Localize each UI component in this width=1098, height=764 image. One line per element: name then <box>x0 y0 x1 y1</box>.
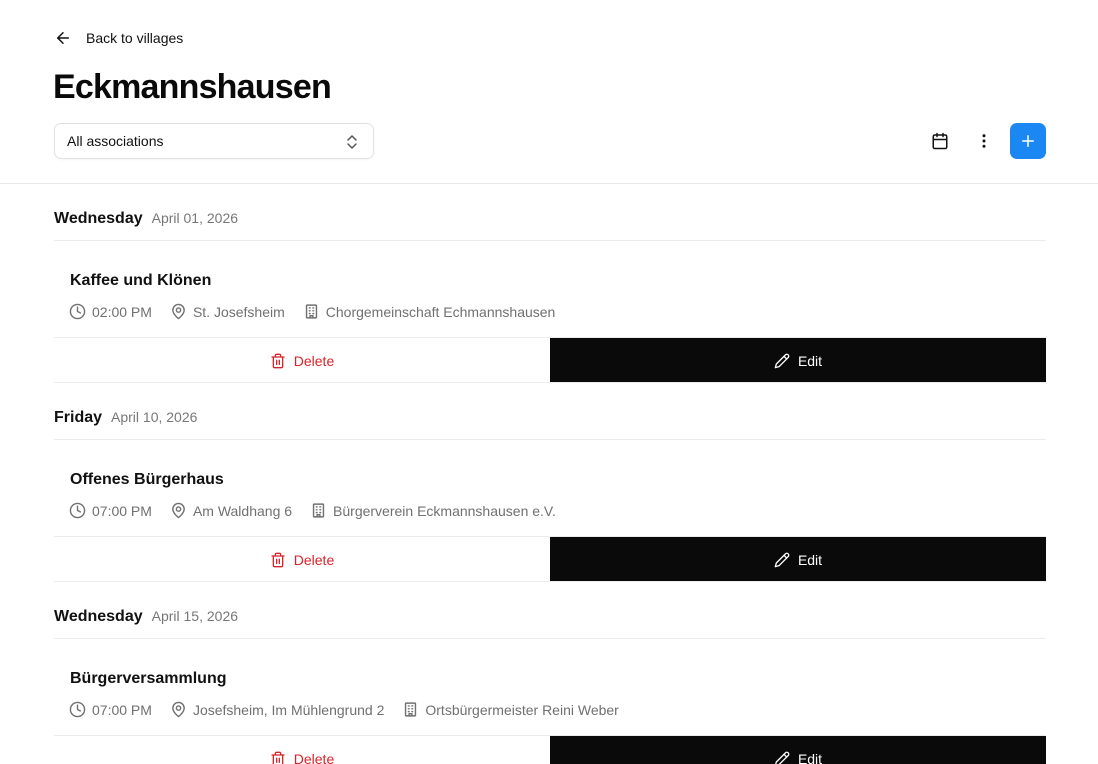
delete-label: Delete <box>293 551 335 568</box>
trash-icon <box>271 552 285 567</box>
day-divider <box>54 439 1046 440</box>
clock-icon <box>69 303 86 320</box>
edit-label: Edit <box>797 750 823 764</box>
event-organizer-value: Ortsbürgermeister Reini Weber <box>425 701 619 718</box>
event-meta: 07:00 PM Am Waldhang 6 Bürgerverein Eckm… <box>69 502 574 519</box>
event-meta: 07:00 PM Josefsheim, Im Mühlengrund 2 Or… <box>69 701 637 718</box>
map-pin-icon <box>172 502 185 519</box>
event-time-value: 02:00 PM <box>92 303 152 320</box>
day-divider <box>54 240 1046 241</box>
day-date: April 01, 2026 <box>151 210 239 226</box>
association-filter-value: All associations <box>67 133 164 149</box>
pencil-icon <box>774 751 790 764</box>
event-organizer: Bürgerverein Eckmannshausen e.V. <box>310 502 556 519</box>
map-pin-icon <box>172 303 185 320</box>
calendar-icon <box>932 132 948 150</box>
trash-icon <box>271 353 285 368</box>
delete-label: Delete <box>293 352 335 369</box>
calendar-view-button[interactable] <box>922 123 958 159</box>
delete-event-button[interactable]: Delete <box>54 736 550 764</box>
day-weekday: Friday <box>54 409 103 426</box>
map-pin-icon <box>172 701 185 718</box>
day-heading: Friday April 10, 2026 <box>54 409 197 427</box>
day-divider <box>54 638 1046 639</box>
event-title: Bürgerversammlung <box>70 670 227 687</box>
chevrons-up-down-icon <box>347 135 357 149</box>
day-weekday: Wednesday <box>54 608 143 625</box>
pencil-icon <box>774 353 790 368</box>
edit-label: Edit <box>797 352 823 369</box>
building-icon <box>305 304 317 319</box>
edit-event-button[interactable]: Edit <box>550 537 1046 582</box>
event-time: 07:00 PM <box>69 502 152 519</box>
event-actions: Delete Edit <box>54 536 1046 582</box>
pencil-icon <box>774 552 790 567</box>
event-location-value: Am Waldhang 6 <box>192 502 293 519</box>
event-time: 02:00 PM <box>69 303 152 320</box>
event-organizer-value: Chorgemeinschaft Echmannshausen <box>325 303 556 320</box>
day-group: Wednesday April 01, 2026 Kaffee und Klön… <box>0 184 1098 383</box>
event-title: Kaffee und Klönen <box>70 272 212 289</box>
day-heading: Wednesday April 01, 2026 <box>54 210 238 228</box>
edit-event-button[interactable]: Edit <box>550 338 1046 383</box>
day-weekday: Wednesday <box>54 210 143 227</box>
more-vertical-icon <box>982 134 986 148</box>
event-time-value: 07:00 PM <box>92 701 152 718</box>
event-organizer-value: Bürgerverein Eckmannshausen e.V. <box>333 502 556 519</box>
event-title: Offenes Bürgerhaus <box>70 471 224 488</box>
event-location: Am Waldhang 6 <box>170 502 292 519</box>
delete-event-button[interactable]: Delete <box>54 537 550 582</box>
village-events-page: Back to villages Eckmannshausen All asso… <box>0 0 1098 764</box>
event-location: St. Josefsheim <box>170 303 285 320</box>
add-event-button[interactable] <box>1010 123 1046 159</box>
day-date: April 10, 2026 <box>111 409 198 425</box>
page-header: Back to villages Eckmannshausen All asso… <box>0 0 1098 184</box>
event-organizer: Chorgemeinschaft Echmannshausen <box>303 303 556 320</box>
delete-event-button[interactable]: Delete <box>54 338 550 383</box>
page-title: Eckmannshausen <box>53 68 332 106</box>
event-location-value: St. Josefsheim <box>192 303 285 320</box>
delete-label: Delete <box>293 750 335 764</box>
building-icon <box>312 503 325 518</box>
event-organizer: Ortsbürgermeister Reini Weber <box>402 701 619 718</box>
events-list: Wednesday April 01, 2026 Kaffee und Klön… <box>0 184 1098 764</box>
clock-icon <box>69 701 86 718</box>
edit-label: Edit <box>797 551 823 568</box>
edit-event-button[interactable]: Edit <box>550 736 1046 764</box>
plus-icon <box>1022 135 1034 147</box>
arrow-left-icon <box>57 32 69 44</box>
day-date: April 15, 2026 <box>151 608 239 624</box>
clock-icon <box>69 502 86 519</box>
event-meta: 02:00 PM St. Josefsheim Chorgemeinschaft… <box>69 303 573 320</box>
event-location-value: Josefsheim, Im Mühlengrund 2 <box>192 701 385 718</box>
event-time: 07:00 PM <box>69 701 152 718</box>
trash-icon <box>271 751 285 764</box>
more-options-button[interactable] <box>966 123 1002 159</box>
event-location: Josefsheim, Im Mühlengrund 2 <box>170 701 384 718</box>
back-to-villages-link[interactable]: Back to villages <box>54 29 183 47</box>
day-group: Friday April 10, 2026 Offenes Bürgerhaus… <box>0 383 1098 582</box>
event-actions: Delete Edit <box>54 735 1046 764</box>
building-icon <box>405 702 417 717</box>
event-time-value: 07:00 PM <box>92 502 152 519</box>
back-link-label: Back to villages <box>86 30 184 46</box>
association-filter-select[interactable]: All associations <box>54 123 374 159</box>
day-heading: Wednesday April 15, 2026 <box>54 608 238 626</box>
day-group: Wednesday April 15, 2026 Bürgerversammlu… <box>0 582 1098 764</box>
event-actions: Delete Edit <box>54 337 1046 383</box>
